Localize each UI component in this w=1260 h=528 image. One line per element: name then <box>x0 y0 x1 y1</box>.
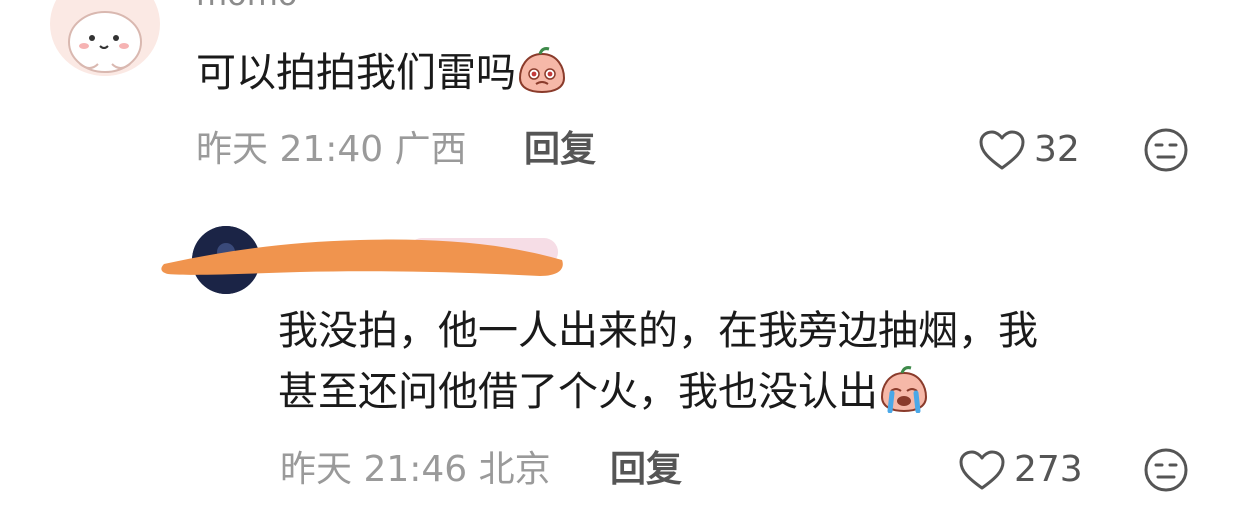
heart-outline-icon <box>979 130 1025 170</box>
comment-location: 广西 <box>394 129 467 170</box>
comment-meta: 昨天 21:40 广西 <box>196 130 467 170</box>
comment-text: 可以拍拍我们雷吗 <box>196 44 568 110</box>
reply-button[interactable]: 回复 <box>524 130 596 170</box>
comment-time: 昨天 21:40 <box>196 129 384 170</box>
comment-text-line-1: 我没拍，他一人出来的，在我旁边抽烟，我 <box>278 308 1038 354</box>
crying-peach-emoji-icon <box>878 365 930 429</box>
like-button[interactable]: 273 <box>958 446 1083 494</box>
teary-peach-emoji-icon <box>516 46 568 110</box>
meh-face-icon <box>1144 448 1188 492</box>
dislike-button[interactable] <box>1143 127 1189 177</box>
like-count: 32 <box>1034 129 1080 170</box>
comment-text-body: 甚至还问他借了个火，我也没认出 <box>278 369 878 415</box>
meh-face-icon <box>1144 128 1188 172</box>
comment-text-line-2: 甚至还问他借了个火，我也没认出 <box>278 363 930 429</box>
heart-outline-icon <box>959 450 1005 490</box>
avatar[interactable] <box>50 0 160 76</box>
like-count: 273 <box>1014 449 1083 490</box>
username[interactable]: momo <box>196 0 298 12</box>
comment-time: 昨天 21:46 <box>280 449 468 490</box>
dislike-button[interactable] <box>1143 447 1189 497</box>
cute-bun-avatar-icon <box>53 0 157 76</box>
reply-button[interactable]: 回复 <box>610 450 682 490</box>
comment-location: 北京 <box>478 449 551 490</box>
comment-meta: 昨天 21:46 北京 <box>280 450 551 490</box>
comment-text-body: 可以拍拍我们雷吗 <box>196 50 516 96</box>
like-button[interactable]: 32 <box>978 126 1080 174</box>
username-redaction <box>160 234 570 280</box>
